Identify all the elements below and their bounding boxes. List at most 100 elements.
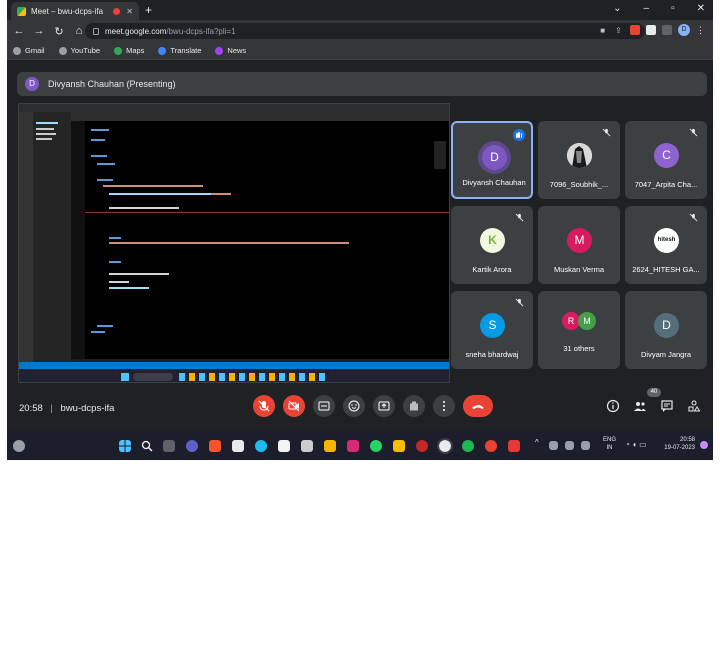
- mic-off-icon: [689, 128, 698, 137]
- forward-icon[interactable]: →: [31, 25, 47, 37]
- notification-icon[interactable]: [700, 441, 708, 449]
- instagram-icon[interactable]: [347, 440, 359, 452]
- bookmark-gmail[interactable]: Gmail: [13, 46, 45, 55]
- spotify-icon[interactable]: [462, 440, 474, 452]
- weather-icon[interactable]: [13, 440, 25, 452]
- app-icon[interactable]: [393, 440, 405, 452]
- participant-tile[interactable]: K Kartik Arora: [451, 206, 533, 284]
- shared-taskbar: [19, 369, 449, 382]
- extension-icon[interactable]: [630, 25, 640, 35]
- captions-button[interactable]: [313, 395, 335, 417]
- presenter-avatar: D: [25, 77, 39, 91]
- new-tab-button[interactable]: +: [145, 3, 152, 17]
- browser-tab[interactable]: Meet – bwu-dcps-ifa ✕: [11, 2, 139, 20]
- emoji-icon: [348, 400, 360, 412]
- participant-tile[interactable]: M Muskan Verma: [538, 206, 620, 284]
- hand-icon: [410, 401, 418, 411]
- chrome-app-icon[interactable]: [485, 440, 497, 452]
- screen-recorder-icon[interactable]: [508, 440, 520, 452]
- tray-app-icon[interactable]: [565, 441, 574, 450]
- meet-favicon-icon: [17, 6, 26, 16]
- whatsapp-icon[interactable]: [370, 440, 382, 452]
- tab-search-icon[interactable]: ⌄: [613, 3, 621, 14]
- mic-off-icon: [258, 400, 270, 412]
- input-language[interactable]: ENG IN: [603, 436, 616, 452]
- windows-taskbar: ^ ENG IN ◔ ◖ ▭ 20:58 19-07-2023: [7, 430, 713, 460]
- participant-tile[interactable]: 7096_Soubhik_...: [538, 121, 620, 199]
- activities-icon[interactable]: [687, 399, 701, 413]
- reload-icon[interactable]: ↻: [51, 25, 67, 38]
- bookmark-news[interactable]: News: [215, 46, 246, 55]
- mic-toggle-button[interactable]: [253, 395, 275, 417]
- chevron-up-icon[interactable]: ^: [535, 438, 539, 447]
- file-app-icon[interactable]: [278, 440, 290, 452]
- browser-tab-strip: Meet – bwu-dcps-ifa ✕ + ⌄ – ▫ ✕: [7, 0, 713, 20]
- participant-name: 7096_Soubhik_...: [549, 180, 609, 189]
- recording-dot-icon: [113, 7, 121, 15]
- participant-avatar: M: [578, 312, 596, 330]
- participant-avatar: M: [567, 228, 592, 253]
- participant-tile[interactable]: S sneha bhardwaj: [451, 291, 533, 369]
- camera-off-icon: [288, 400, 300, 412]
- chrome-icon[interactable]: [437, 438, 453, 454]
- raise-hand-button[interactable]: [403, 395, 425, 417]
- url-path: /bwu-dcps-ifa?pli=1: [166, 26, 236, 36]
- windows-start-icon[interactable]: [119, 440, 131, 452]
- participant-tile[interactable]: hitesh 2624_HITESH GA...: [625, 206, 707, 284]
- close-window-icon[interactable]: ✕: [697, 3, 705, 14]
- back-icon[interactable]: ←: [11, 25, 27, 37]
- edge-icon[interactable]: [255, 440, 267, 452]
- address-bar[interactable]: meet.google.com /bwu-dcps-ifa?pli=1 ■ ⇪ …: [85, 23, 645, 39]
- reactions-button[interactable]: [343, 395, 365, 417]
- task-view-icon[interactable]: [163, 440, 175, 452]
- camera-toggle-button[interactable]: [283, 395, 305, 417]
- close-tab-icon[interactable]: ✕: [126, 7, 133, 16]
- info-icon[interactable]: [606, 399, 620, 413]
- globe-icon: [58, 46, 67, 55]
- calendar-app-icon[interactable]: [232, 440, 244, 452]
- teams-chat-icon[interactable]: [186, 440, 198, 452]
- tray-app-icon[interactable]: [549, 441, 558, 450]
- people-icon[interactable]: [633, 399, 647, 413]
- brave-icon[interactable]: [209, 440, 221, 452]
- screenshot: Meet – bwu-dcps-ifa ✕ + ⌄ – ▫ ✕ ← → ↻ ⌂ …: [7, 0, 713, 460]
- participant-tile[interactable]: D Divyam Jangra: [625, 291, 707, 369]
- speaking-indicator-icon: [513, 129, 525, 141]
- globe-icon: [13, 46, 21, 55]
- participant-name: sneha bhardwaj: [465, 350, 519, 359]
- navigation-bar: ← → ↻ ⌂ meet.google.com /bwu-dcps-ifa?pl…: [7, 20, 713, 42]
- leave-call-button[interactable]: [463, 395, 493, 417]
- present-screen-button[interactable]: [373, 395, 395, 417]
- extension-puzzle-icon[interactable]: [646, 25, 656, 35]
- others-tile[interactable]: R M 31 others: [538, 291, 620, 369]
- participant-tile[interactable]: C 7047_Arpita Cha...: [625, 121, 707, 199]
- search-icon[interactable]: [141, 440, 153, 452]
- app-icon[interactable]: [416, 440, 428, 452]
- mic-off-icon: [689, 213, 698, 222]
- more-options-button[interactable]: [433, 395, 455, 417]
- wifi-volume-battery-icon[interactable]: ◔ ◖ ▭: [625, 440, 647, 449]
- profile-avatar[interactable]: D: [678, 24, 690, 36]
- bookmark-youtube[interactable]: YouTube: [58, 46, 100, 55]
- minimize-icon[interactable]: –: [644, 3, 650, 14]
- bookmarks-bar: Gmail YouTube Maps Translate News: [7, 42, 713, 60]
- window-controls: ⌄ – ▫ ✕: [613, 3, 705, 14]
- app-icon[interactable]: [301, 440, 313, 452]
- camera-in-use-icon[interactable]: ■: [600, 26, 605, 35]
- url-host: meet.google.com: [105, 26, 167, 36]
- meeting-time: 20:58: [19, 403, 43, 414]
- mic-off-icon: [602, 128, 611, 137]
- maximize-icon[interactable]: ▫: [671, 3, 675, 14]
- participant-tile[interactable]: D Divyansh Chauhan: [451, 121, 533, 199]
- bookmark-maps[interactable]: Maps: [114, 46, 144, 55]
- bookmark-translate[interactable]: Translate: [158, 46, 201, 55]
- file-explorer-icon[interactable]: [324, 440, 336, 452]
- shared-screen[interactable]: [18, 103, 450, 383]
- menu-dots-icon[interactable]: ⋮: [696, 25, 705, 36]
- side-panel-icon[interactable]: [662, 25, 672, 35]
- share-icon[interactable]: ⇪: [615, 26, 622, 35]
- microphone-tray-icon[interactable]: [581, 441, 590, 450]
- system-clock[interactable]: 20:58 19-07-2023: [664, 436, 695, 452]
- chat-icon[interactable]: [660, 399, 674, 413]
- participant-avatar: D: [654, 313, 679, 338]
